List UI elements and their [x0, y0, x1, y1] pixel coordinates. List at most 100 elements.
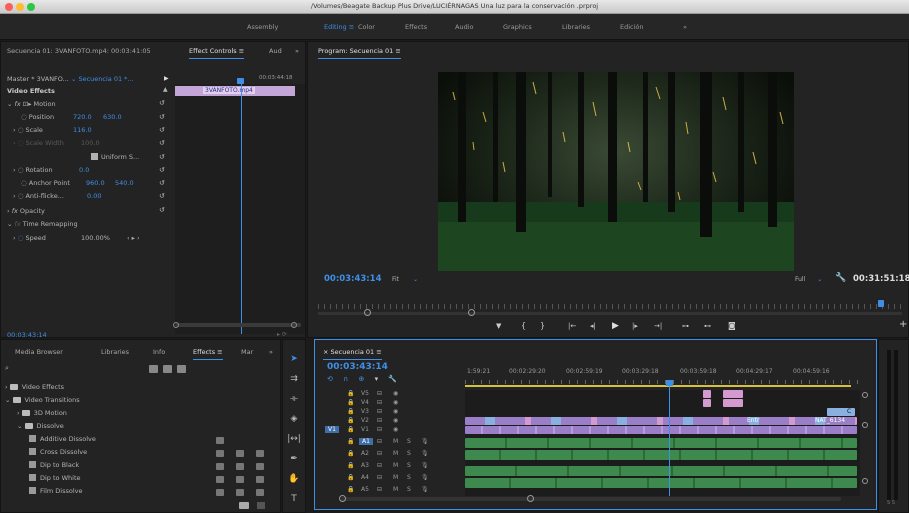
- linked-selection-icon[interactable]: ⊕: [358, 375, 364, 383]
- video-clip-v3[interactable]: [723, 399, 743, 407]
- play-only-icon[interactable]: ▶: [164, 75, 169, 82]
- folder-dissolve[interactable]: ⌄ Dissolve: [17, 422, 64, 434]
- scale-value[interactable]: 116.0: [73, 126, 92, 134]
- workspace-effects[interactable]: Effects: [405, 23, 427, 31]
- reset-scale-icon[interactable]: ↺: [159, 126, 165, 134]
- tab-effects[interactable]: Effects ≡: [193, 348, 223, 360]
- tracks-area[interactable]: C Entr NAT_6134: [465, 384, 860, 496]
- camera-icon[interactable]: ◙: [728, 321, 736, 330]
- ripple-edit-tool-icon[interactable]: ⟛: [287, 394, 301, 408]
- audio-clip-a1[interactable]: [465, 438, 857, 448]
- work-area-bar[interactable]: [465, 385, 851, 387]
- source-patch-v1[interactable]: V1: [325, 426, 339, 433]
- mini-playhead[interactable]: [241, 84, 242, 334]
- lock-icon[interactable]: 🔒: [347, 399, 354, 406]
- eye-icon[interactable]: ◉: [393, 408, 398, 415]
- close-tab-icon[interactable]: ×: [323, 348, 328, 356]
- snap-icon[interactable]: ∩: [343, 375, 348, 383]
- sync-icon[interactable]: ⊟: [377, 390, 382, 397]
- tab-info[interactable]: Info: [153, 348, 165, 356]
- ec-bottom-timecode[interactable]: 00:03:43:14: [7, 331, 47, 339]
- video-clip-v1[interactable]: [465, 426, 857, 434]
- workspace-assembly[interactable]: Assembly: [247, 23, 278, 31]
- reset-rotation-icon[interactable]: ↺: [159, 166, 165, 174]
- lock-icon[interactable]: 🔒: [347, 417, 354, 424]
- mic-icon[interactable]: 🎙: [421, 450, 429, 457]
- vertical-scroll-handle[interactable]: [862, 478, 868, 484]
- vertical-scroll-handle[interactable]: [862, 422, 868, 428]
- delete-icon[interactable]: [257, 502, 265, 509]
- program-playhead[interactable]: [878, 300, 884, 307]
- solo-icon[interactable]: S S: [887, 500, 895, 506]
- sync-icon[interactable]: ⊟: [377, 486, 382, 493]
- ec-scrollbar-handle-left[interactable]: [173, 322, 179, 328]
- lock-icon[interactable]: 🔒: [347, 474, 354, 481]
- anchor-x-value[interactable]: 960.0: [86, 179, 105, 187]
- mark-out-icon[interactable]: }: [540, 321, 545, 330]
- track-header-a3[interactable]: 🔒 A3 ⊟ M S 🎙: [315, 462, 465, 471]
- track-header-a5[interactable]: 🔒 A5 ⊟ M S 🎙: [315, 486, 465, 495]
- video-clip-v2[interactable]: [465, 417, 857, 425]
- sync-icon[interactable]: ⊟: [377, 426, 382, 433]
- track-header-a1[interactable]: 🔒 A1 ⊟ M S 🎙: [315, 438, 465, 447]
- go-to-out-icon[interactable]: →|: [654, 322, 662, 330]
- eye-icon[interactable]: ◉: [393, 399, 398, 406]
- audio-clip-a4[interactable]: [465, 478, 857, 488]
- sync-icon[interactable]: ⊟: [377, 399, 382, 406]
- track-header-v1[interactable]: V1 🔒 V1 ⊟ ◉: [315, 426, 465, 435]
- anchor-y-value[interactable]: 540.0: [115, 179, 134, 187]
- master-selector[interactable]: Master * 3VANFO... ⌄ Secuencia 01 *...: [7, 75, 134, 83]
- effect-additive-dissolve[interactable]: Additive Dissolve: [29, 435, 96, 447]
- program-scrubber[interactable]: [318, 304, 902, 309]
- workspace-graphics[interactable]: Graphics: [503, 23, 532, 31]
- track-header-v4[interactable]: 🔒 V4 ⊟ ◉: [315, 399, 465, 408]
- effect-film-dissolve[interactable]: Film Dissolve: [29, 487, 83, 499]
- extract-icon[interactable]: ⊷: [704, 322, 711, 330]
- tab-effect-controls[interactable]: Effect Controls ≡: [189, 47, 245, 59]
- track-select-tool-icon[interactable]: ⇉: [287, 374, 301, 388]
- anti-flicker-value[interactable]: 0.00: [87, 192, 101, 200]
- tab-sequence[interactable]: × Secuencia 01 ≡: [323, 348, 382, 360]
- stopwatch-icon[interactable]: ◌: [21, 179, 27, 187]
- program-timecode[interactable]: 00:03:43:14: [324, 274, 382, 284]
- timeline-scrollbar[interactable]: [341, 497, 841, 501]
- effect-cross-dissolve[interactable]: Cross Dissolve: [29, 448, 87, 460]
- effect-dip-to-white[interactable]: Dip to White: [29, 474, 81, 486]
- zoom-handle-left[interactable]: [364, 309, 371, 316]
- hand-tool-icon[interactable]: ✋: [287, 474, 301, 488]
- track-header-a2[interactable]: 🔒 A2 ⊟ M S 🎙: [315, 450, 465, 459]
- position-x-value[interactable]: 720.0: [73, 113, 92, 121]
- 32bit-effects-icon[interactable]: [163, 365, 172, 373]
- lock-icon[interactable]: 🔒: [347, 408, 354, 415]
- speed-value[interactable]: 100.00%: [81, 234, 110, 242]
- uniform-scale-checkbox[interactable]: [91, 153, 98, 160]
- lock-icon[interactable]: 🔒: [347, 426, 354, 433]
- reset-anti-flicker-icon[interactable]: ↺: [159, 192, 165, 200]
- reset-uniform-icon[interactable]: ↺: [159, 153, 165, 161]
- lift-icon[interactable]: ⊶: [682, 322, 689, 330]
- tab-overflow[interactable]: »: [269, 348, 273, 356]
- audio-clip-a3[interactable]: [465, 466, 857, 476]
- tab-overflow[interactable]: »: [295, 47, 299, 55]
- scroll-handle-left[interactable]: [339, 495, 346, 502]
- stopwatch-icon[interactable]: ◌: [18, 166, 24, 174]
- mic-icon[interactable]: 🎙: [421, 438, 429, 445]
- sync-icon[interactable]: ⊟: [377, 462, 382, 469]
- ec-bottom-icons[interactable]: ▸ ⟳: [277, 331, 287, 338]
- stopwatch-icon[interactable]: ◌: [18, 126, 24, 134]
- keyframe-nav-icon[interactable]: ‹ ▸ ›: [127, 234, 140, 242]
- tab-audio[interactable]: Aud: [269, 47, 282, 55]
- motion-row[interactable]: ⌄ fx ⊡▸ Motion: [7, 100, 56, 112]
- wrench-icon[interactable]: 🔧: [835, 273, 846, 283]
- ec-scrollbar[interactable]: [175, 323, 301, 327]
- reset-position-icon[interactable]: ↺: [159, 113, 165, 121]
- tab-program[interactable]: Program: Secuencia 01 ≡: [318, 47, 401, 59]
- lock-icon[interactable]: 🔒: [347, 462, 354, 469]
- tab-markers[interactable]: Mar: [241, 348, 253, 356]
- lock-icon[interactable]: 🔒: [347, 390, 354, 397]
- new-bin-icon[interactable]: [239, 502, 249, 509]
- reset-scale-width-icon[interactable]: ↺: [159, 139, 165, 147]
- effect-dip-to-black[interactable]: Dip to Black: [29, 461, 79, 473]
- effects-search[interactable]: ⌕: [5, 364, 145, 375]
- position-y-value[interactable]: 630.0: [103, 113, 122, 121]
